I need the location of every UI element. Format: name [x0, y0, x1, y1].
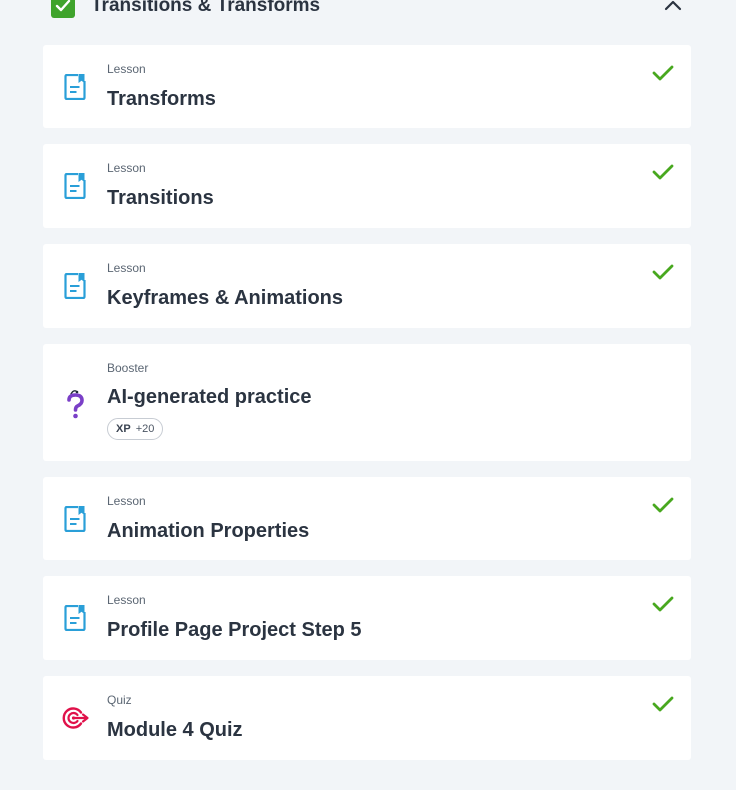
completed-check-icon	[652, 596, 674, 617]
completed-check-icon	[652, 696, 674, 717]
completed-check-icon	[652, 65, 674, 86]
target-icon	[62, 706, 90, 735]
module-header[interactable]: Transitions & Transforms	[0, 0, 736, 30]
item-type: Lesson	[107, 593, 146, 607]
item-title: Animation Properties	[107, 520, 310, 542]
item-type: Lesson	[107, 62, 146, 76]
lesson-document-icon	[64, 604, 86, 636]
completed-check-icon	[652, 497, 674, 518]
module-item-module-4-quiz[interactable]: Quiz Module 4 Quiz	[43, 676, 691, 760]
item-title: AI-generated practice	[107, 386, 312, 408]
xp-label: XP	[116, 423, 131, 435]
lesson-document-icon	[64, 73, 86, 105]
completed-check-icon	[652, 264, 674, 285]
item-type: Lesson	[107, 261, 146, 275]
module-item-animation-properties[interactable]: Lesson Animation Properties	[43, 477, 691, 560]
item-type: Lesson	[107, 161, 146, 175]
module-item-profile-page-project-step-5[interactable]: Lesson Profile Page Project Step 5	[43, 576, 691, 660]
xp-badge: XP +20	[107, 418, 164, 440]
item-title: Transitions	[107, 187, 214, 209]
module-item-transforms[interactable]: Lesson Transforms	[43, 45, 691, 128]
item-title: Profile Page Project Step 5	[107, 619, 362, 641]
module-item-ai-generated-practice[interactable]: Booster AI-generated practice XP +20	[43, 344, 691, 461]
module-complete-checkbox	[51, 0, 75, 18]
lesson-document-icon	[64, 172, 86, 204]
completed-check-icon	[652, 164, 674, 185]
item-title: Module 4 Quiz	[107, 719, 243, 741]
chevron-up-icon	[664, 0, 682, 11]
module-item-transitions[interactable]: Lesson Transitions	[43, 144, 691, 228]
lesson-document-icon	[64, 505, 86, 537]
item-title: Transforms	[107, 88, 216, 110]
item-title: Keyframes & Animations	[107, 287, 343, 309]
collapse-button[interactable]	[662, 0, 684, 15]
module-item-keyframes-animations[interactable]: Lesson Keyframes & Animations	[43, 244, 691, 328]
lesson-document-icon	[64, 272, 86, 304]
item-type: Lesson	[107, 494, 146, 508]
item-type: Quiz	[107, 693, 132, 707]
check-icon	[55, 0, 71, 12]
module-title: Transitions & Transforms	[91, 0, 321, 16]
question-mark-icon	[65, 388, 87, 425]
xp-value: +20	[135, 423, 155, 435]
item-type: Booster	[107, 361, 149, 375]
